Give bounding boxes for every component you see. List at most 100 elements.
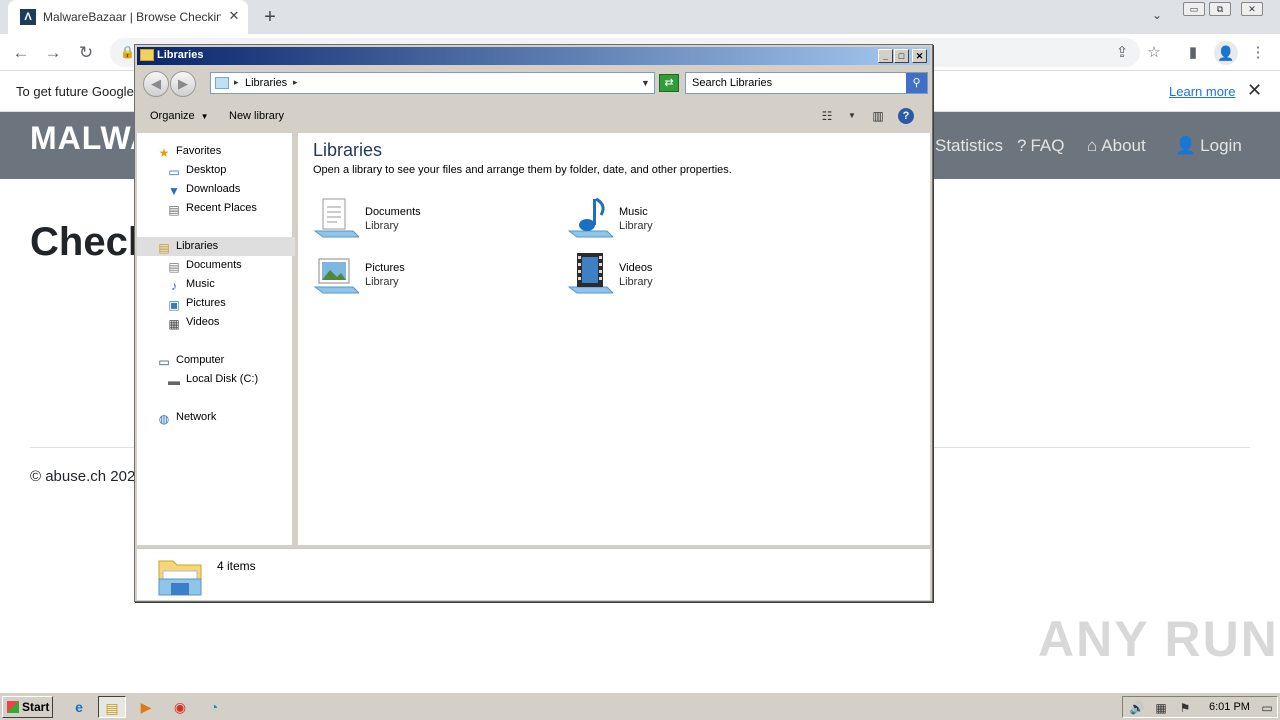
breadcrumb-libraries-arrow-icon[interactable]: ▸ [293,77,298,88]
question-circle-icon: ? [1017,136,1027,155]
nav-computer-label: Computer [176,354,225,366]
nav-faq[interactable]: ? FAQ [1017,136,1064,156]
search-input[interactable]: Search Libraries ⚲ [685,72,928,94]
window-titlebar[interactable]: Libraries _ □ ✕ [137,47,930,65]
nav-libraries-label: Libraries [176,240,219,252]
user-icon: 👤 [1175,136,1197,155]
side-panel-icon[interactable]: ▮ [1182,42,1204,64]
nav-desktop[interactable]: ▭ Desktop [166,161,226,180]
help-icon[interactable]: ? [898,108,914,124]
nav-pictures[interactable]: ▣ Pictures [166,294,226,313]
nav-computer[interactable]: ▭ Computer [156,351,224,370]
nav-music-label: Music [186,278,215,290]
system-tray: 🔊 ▦ ⚑ 6:01 PM ▭ [1122,696,1278,718]
change-view-icon[interactable]: ☷ [819,108,835,124]
library-tile-pictures[interactable]: Pictures Library [313,251,543,301]
malwarebazaar-favicon-icon: Λ [20,9,36,25]
explorer-back-button[interactable]: ◀ [143,71,169,97]
refresh-button[interactable]: ⇄ [659,74,679,92]
preview-pane-icon[interactable]: ▥ [870,108,886,124]
minimize-window-button[interactable]: ▭ [1183,2,1205,16]
close-window-button[interactable]: ✕ [1241,2,1263,16]
back-button[interactable]: ← [9,41,33,65]
restore-window-button[interactable]: ⧉ [1209,2,1231,16]
library-type: Library [365,276,399,288]
media-player-icon[interactable]: ▶ [132,696,160,718]
view-options-dropdown-icon[interactable]: ▼ [844,108,860,124]
new-library-button[interactable]: New library [229,110,284,122]
lock-icon[interactable]: 🔒 [120,45,135,59]
nav-desktop-label: Desktop [186,164,227,176]
share-icon[interactable]: ⇪ [1111,42,1133,64]
nav-recent-places-label: Recent Places [186,202,257,214]
internet-explorer-icon[interactable]: e [65,696,93,718]
chrome-icon[interactable]: ◉ [166,696,194,718]
nav-downloads[interactable]: ▼ Downloads [166,180,240,199]
learn-more-link[interactable]: Learn more [1169,84,1235,99]
library-type: Library [365,220,399,232]
navigation-pane: ★ Favorites ▭ Desktop ▼ Downloads ▤ Recent P… [137,133,295,545]
forward-button[interactable]: → [41,41,65,65]
nav-libraries[interactable]: ▤ Libraries [137,237,295,256]
explorer-forward-button[interactable]: ▶ [170,71,196,97]
nav-music[interactable]: ♪ Music [166,275,215,294]
libraries-window: Libraries _ □ ✕ ◀ ▶ ▸ Libraries ▸ ▼ ⇄ Se… [134,44,933,602]
start-button[interactable]: Start [2,696,53,718]
action-center-flag-icon[interactable]: ⚑ [1177,700,1193,716]
command-bar: Organize ▼ New library ☷ ▼ ▥ ? [137,101,930,131]
tab-close-icon[interactable]: ✕ [226,8,242,24]
address-history-dropdown-icon[interactable]: ▼ [641,78,650,88]
maximize-button[interactable]: □ [894,49,909,63]
search-placeholder: Search Libraries [692,77,773,89]
music-icon: ♪ [171,279,177,293]
clock[interactable]: 6:01 PM [1209,701,1250,713]
start-label: Start [22,700,50,714]
documents-library-icon [313,198,359,238]
organize-label: Organize [150,110,195,122]
taskbar: Start e ▤ ▶ ◉ ◔ 🔊 ▦ ⚑ 6:01 PM ▭ [0,692,1280,720]
nav-local-disk[interactable]: ▬ Local Disk (C:) [166,370,258,389]
libraries-icon: ▤ [158,241,170,255]
edge-icon[interactable]: ◔ [200,696,228,718]
nav-favorites[interactable]: ★ Favorites [156,142,222,161]
nav-network[interactable]: ◍ Network [156,408,217,427]
reload-button[interactable]: ↻ [74,41,98,65]
nav-about-label: About [1101,136,1146,155]
library-tile-music[interactable]: Music Library [567,195,797,245]
nav-about[interactable]: ⌂ About [1087,136,1146,156]
nav-recent-places[interactable]: ▤ Recent Places [166,199,257,218]
close-button[interactable]: ✕ [912,49,927,63]
profile-avatar-icon[interactable]: 👤 [1214,41,1238,65]
explorer-taskbar-icon[interactable]: ▤ [98,696,126,718]
videos-icon: ▦ [168,317,180,331]
breadcrumb-arrow-icon[interactable]: ▸ [234,77,239,88]
search-icon[interactable]: ⚲ [906,73,927,93]
nav-login-label: Login [1200,136,1242,155]
library-name: Pictures [365,262,405,274]
nav-videos[interactable]: ▦ Videos [166,313,219,332]
content-description: Open a library to see your files and arr… [313,164,732,176]
bookmark-star-icon[interactable]: ☆ [1143,42,1165,64]
minimize-button[interactable]: _ [878,49,893,63]
details-pane: 4 items [137,548,930,600]
nav-statistics[interactable]: Statistics [935,136,1003,156]
new-tab-button[interactable]: + [258,5,282,29]
browser-tab[interactable]: Λ MalwareBazaar | Browse Checking y ✕ [8,0,248,34]
network-tray-icon[interactable]: ▦ [1153,700,1169,716]
library-tile-videos[interactable]: Videos Library [567,251,797,301]
content-title: Libraries [313,140,383,160]
nav-documents[interactable]: ▤ Documents [166,256,241,275]
nav-pictures-label: Pictures [186,297,226,309]
breadcrumb-libraries[interactable]: Libraries [245,77,287,89]
nav-faq-label: FAQ [1030,136,1065,155]
explorer-address-bar[interactable]: ▸ Libraries ▸ ▼ [210,72,655,94]
show-desktop-icon[interactable]: ▭ [1259,700,1275,716]
volume-icon[interactable]: 🔊 [1129,700,1145,716]
chrome-menu-icon[interactable]: ⋮ [1247,42,1269,64]
nav-login[interactable]: 👤 Login [1175,136,1242,156]
library-tile-documents[interactable]: Documents Library [313,195,543,245]
organize-dropdown-icon: ▼ [200,112,209,121]
organize-button[interactable]: Organize ▼ [150,110,209,122]
infobar-close-icon[interactable]: ✕ [1247,80,1262,101]
tab-search-chevron-icon[interactable]: ⌄ [1152,8,1162,22]
